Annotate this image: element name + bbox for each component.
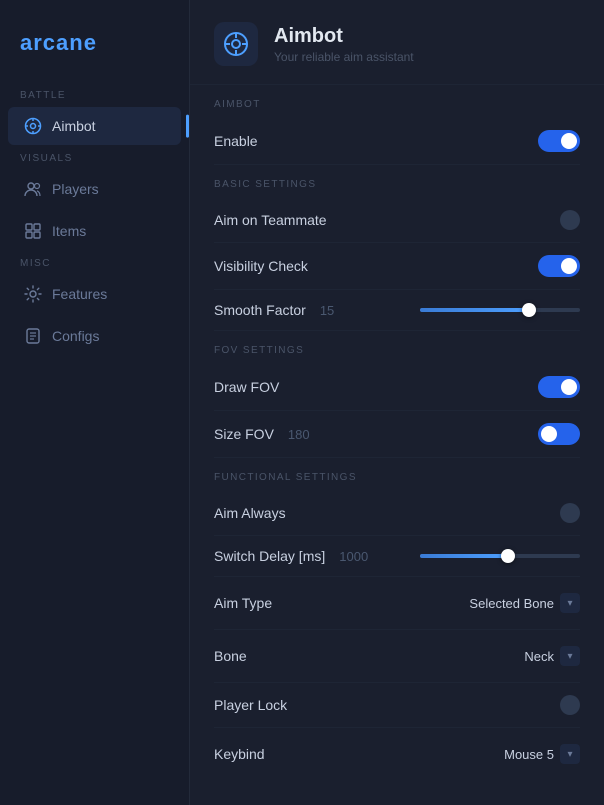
section-functional-label: Functional Settings [214, 458, 580, 491]
aim-type-value: Selected Bone [469, 596, 554, 611]
page-header-text: Aimbot Your reliable aim assistant [274, 25, 414, 64]
main-content: Aimbot Your reliable aim assistant Aimbo… [190, 0, 604, 805]
setting-smooth-factor: Smooth Factor 15 [214, 290, 580, 331]
setting-aim-type-label: Aim Type [214, 595, 272, 611]
setting-smooth-label: Smooth Factor 15 [214, 302, 334, 318]
smooth-factor-thumb [522, 303, 536, 317]
sidebar-item-players-label: Players [52, 181, 99, 197]
setting-switch-delay: Switch Delay [ms] 1000 [214, 536, 580, 577]
switch-delay-fill [420, 554, 508, 558]
sidebar-item-features[interactable]: Features [8, 275, 181, 313]
smooth-factor-value: 15 [320, 303, 334, 318]
enable-toggle-thumb [561, 133, 577, 149]
items-icon [24, 222, 42, 240]
visibility-toggle[interactable] [538, 255, 580, 277]
page-title: Aimbot [274, 25, 414, 48]
smooth-factor-fill [420, 308, 529, 312]
draw-fov-toggle-thumb [561, 379, 577, 395]
enable-toggle[interactable] [538, 130, 580, 152]
setting-draw-fov: Draw FOV [214, 364, 580, 411]
smooth-factor-track [420, 308, 580, 312]
bone-dropdown[interactable]: Neck ▾ [524, 642, 580, 670]
draw-fov-toggle[interactable] [538, 376, 580, 398]
sidebar-item-items[interactable]: Items [8, 212, 181, 250]
aim-always-indicator[interactable] [560, 503, 580, 523]
setting-player-lock-label: Player Lock [214, 697, 287, 713]
setting-aim-teammate-label: Aim on Teammate [214, 212, 327, 228]
keybind-value: Mouse 5 [504, 747, 554, 762]
page-header-icon [214, 22, 258, 66]
setting-visibility-check: Visibility Check [214, 243, 580, 290]
sidebar-section-battle: BATTLE [0, 84, 189, 105]
section-aimbot-label: Aimbot [214, 85, 580, 118]
setting-aim-teammate: Aim on Teammate [214, 198, 580, 243]
setting-aim-type: Aim Type Selected Bone ▾ [214, 577, 580, 630]
setting-player-lock: Player Lock [214, 683, 580, 728]
setting-keybind: Keybind Mouse 5 ▾ [214, 728, 580, 780]
setting-draw-fov-label: Draw FOV [214, 379, 279, 395]
sidebar-section-visuals: VISUALS [0, 147, 189, 168]
app-logo: arcane [0, 20, 189, 84]
aim-teammate-indicator[interactable] [560, 210, 580, 230]
sidebar-item-aimbot[interactable]: Aimbot [8, 107, 181, 145]
content-body: Aimbot Enable Basic Settings Aim on Team… [190, 85, 604, 805]
aim-type-dropdown[interactable]: Selected Bone ▾ [469, 589, 580, 617]
page-header: Aimbot Your reliable aim assistant [190, 0, 604, 85]
sidebar-item-players[interactable]: Players [8, 170, 181, 208]
configs-icon [24, 327, 42, 345]
sidebar: arcane BATTLE Aimbot VISUALS Players [0, 0, 190, 805]
setting-keybind-label: Keybind [214, 746, 265, 762]
switch-delay-track [420, 554, 580, 558]
size-fov-toggle-thumb [541, 426, 557, 442]
switch-delay-value: 1000 [339, 549, 368, 564]
setting-switch-delay-label: Switch Delay [ms] 1000 [214, 548, 368, 564]
bone-value: Neck [524, 649, 554, 664]
setting-bone: Bone Neck ▾ [214, 630, 580, 683]
players-icon [24, 180, 42, 198]
smooth-factor-slider[interactable] [420, 308, 580, 312]
setting-bone-label: Bone [214, 648, 247, 664]
setting-size-fov-label: Size FOV 180 [214, 426, 310, 442]
sidebar-item-items-label: Items [52, 223, 86, 239]
size-fov-value: 180 [288, 427, 310, 442]
keybind-arrow: ▾ [560, 744, 580, 764]
setting-visibility-label: Visibility Check [214, 258, 308, 274]
switch-delay-thumb [501, 549, 515, 563]
sidebar-item-configs[interactable]: Configs [8, 317, 181, 355]
sidebar-item-aimbot-label: Aimbot [52, 118, 96, 134]
aim-type-arrow: ▾ [560, 593, 580, 613]
player-lock-indicator[interactable] [560, 695, 580, 715]
sidebar-section-misc: MISC [0, 252, 189, 273]
aimbot-icon [24, 117, 42, 135]
bone-arrow: ▾ [560, 646, 580, 666]
setting-enable: Enable [214, 118, 580, 165]
section-fov-label: FOV Settings [214, 331, 580, 364]
features-icon [24, 285, 42, 303]
page-subtitle: Your reliable aim assistant [274, 50, 414, 64]
sidebar-item-features-label: Features [52, 286, 107, 302]
visibility-toggle-thumb [561, 258, 577, 274]
setting-aim-always: Aim Always [214, 491, 580, 536]
section-basic-label: Basic Settings [214, 165, 580, 198]
keybind-dropdown[interactable]: Mouse 5 ▾ [504, 740, 580, 768]
setting-aim-always-label: Aim Always [214, 505, 286, 521]
switch-delay-slider[interactable] [420, 554, 580, 558]
setting-enable-label: Enable [214, 133, 258, 149]
sidebar-item-configs-label: Configs [52, 328, 99, 344]
size-fov-toggle[interactable] [538, 423, 580, 445]
setting-size-fov: Size FOV 180 [214, 411, 580, 458]
